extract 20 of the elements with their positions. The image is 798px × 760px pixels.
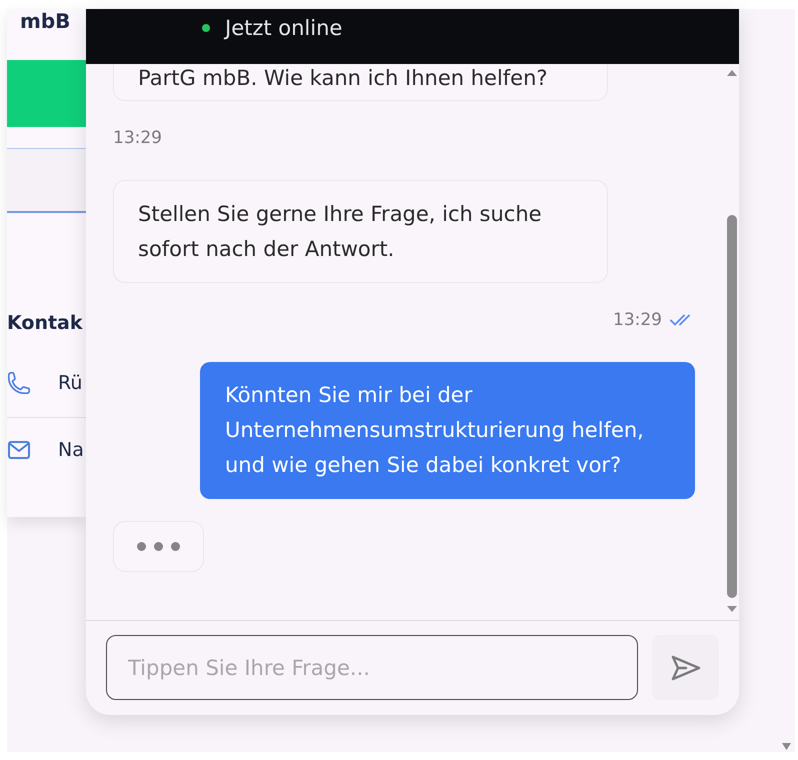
scrollbar-thumb[interactable] [726,215,736,598]
send-button[interactable] [652,635,719,700]
status-text: Jetzt online [225,15,342,42]
contact-link[interactable]: Na [58,437,84,463]
message-input[interactable]: Tippen Sie Ihre Frage... [106,635,638,700]
message-bubble: Stellen Sie gerne Ihre Frage, ich suche sofort nach der Antwort. [113,180,608,283]
message-time: 13:29 [613,309,662,331]
contact-link[interactable]: Rü [58,370,82,396]
scroll-down-arrow-icon[interactable] [726,606,736,612]
heading-text: mbB [20,9,70,33]
scroll-up-arrow-icon[interactable] [726,70,736,76]
message-time: 13:29 [113,127,162,149]
mail-icon [8,441,30,459]
phone-icon [8,372,30,394]
section-heading: Kontak [7,311,83,336]
send-icon [670,654,700,680]
message-bubble: Könnten Sie mir bei der Unternehmensumstrukturierung helfen, und wie gehen Sie dabei konkret vor? [200,362,695,499]
scroll-down-arrow-icon[interactable] [782,743,791,750]
message-bubble: PartG mbB. Wie kann ich Ihnen helfen? [113,64,608,101]
input-field[interactable] [7,148,86,213]
